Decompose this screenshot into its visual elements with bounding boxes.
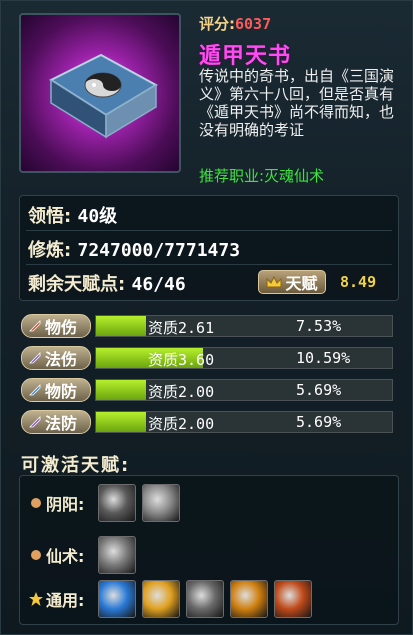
star-icon xyxy=(29,592,43,606)
shield-icon xyxy=(29,384,41,396)
divider xyxy=(26,230,392,231)
talent-skill-icon[interactable] xyxy=(142,484,180,522)
attribute-percent: 7.53% xyxy=(296,317,342,335)
attribute-percent: 5.69% xyxy=(296,381,342,399)
comprehension-row: 领悟: 40级 xyxy=(28,206,118,227)
attribute-tag[interactable]: 法防 xyxy=(21,410,91,434)
attribute-bar: 资质2.61 7.53% xyxy=(95,315,393,337)
attribute-percent: 5.69% xyxy=(296,413,342,431)
attribute-tag[interactable]: 法伤 xyxy=(21,346,91,370)
stats-box: 领悟: 40级 修炼: 7247000/7771473 剩余天赋点: 46/46… xyxy=(19,195,399,301)
score-value: 6037 xyxy=(235,15,272,33)
staff-icon xyxy=(31,498,41,508)
talent-row: 仙术: xyxy=(28,536,142,574)
talent-skill-icon[interactable] xyxy=(274,580,312,618)
talent-row-label: 阴阳: xyxy=(28,491,98,515)
crown-icon xyxy=(266,276,282,288)
attribute-row: 物防 资质2.00 5.69% xyxy=(19,377,399,403)
divider xyxy=(26,264,392,265)
talent-row: 通用: xyxy=(28,580,318,618)
attribute-quality: 资质2.00 xyxy=(148,415,215,433)
attribute-bar-fill xyxy=(96,412,147,432)
talent-skill-icon[interactable] xyxy=(186,580,224,618)
talent-points-row: 剩余天赋点: 46/46 xyxy=(28,274,186,295)
item-score: 评分:6037 xyxy=(199,15,272,33)
talent-skill-icon[interactable] xyxy=(98,580,136,618)
attribute-bar-fill xyxy=(96,316,147,336)
item-portrait xyxy=(19,13,181,173)
lightning-icon xyxy=(29,352,41,364)
attribute-quality: 资质2.61 xyxy=(148,319,215,337)
attribute-row: 物伤 资质2.61 7.53% xyxy=(19,313,399,339)
attribute-quality: 资质3.60 xyxy=(148,351,215,369)
talent-skill-icon[interactable] xyxy=(230,580,268,618)
item-tooltip-panel: 评分:6037 遁甲天书 传说中的奇书，出自《三国演义》第六十八回，但是否真有《… xyxy=(0,0,413,635)
sword-icon xyxy=(29,320,41,332)
talent-points-value: 46/46 xyxy=(131,274,186,295)
talent-skill-icon[interactable] xyxy=(98,536,136,574)
talent-button[interactable]: 天赋 xyxy=(258,270,326,294)
activatable-title: 可激活天赋: xyxy=(21,455,131,476)
attribute-bar: 资质3.60 10.59% xyxy=(95,347,393,369)
talent-value: 8.49 xyxy=(340,273,377,291)
cultivation-value: 7247000/7771473 xyxy=(77,240,241,261)
attribute-bar-fill xyxy=(96,380,147,400)
item-name: 遁甲天书 xyxy=(199,44,292,69)
activatable-talents-box: 阴阳: 仙术: 通用: xyxy=(19,475,399,625)
talent-row-label: 仙术: xyxy=(28,543,98,567)
recommended-class: 推荐职业:灭魂仙术 xyxy=(199,167,325,185)
comprehension-value: 40级 xyxy=(77,206,118,227)
attribute-bar: 资质2.00 5.69% xyxy=(95,411,393,433)
talent-skill-icon[interactable] xyxy=(142,580,180,618)
attribute-tag[interactable]: 物伤 xyxy=(21,314,91,338)
attribute-bar: 资质2.00 5.69% xyxy=(95,379,393,401)
cultivation-row: 修炼: 7247000/7771473 xyxy=(28,240,241,261)
attribute-tag[interactable]: 物防 xyxy=(21,378,91,402)
attribute-row: 法伤 资质3.60 10.59% xyxy=(19,345,399,371)
item-description: 传说中的奇书，出自《三国演义》第六十八回，但是否真有《遁甲天书》尚不得而知，也没… xyxy=(199,67,395,139)
attribute-percent: 10.59% xyxy=(296,349,351,367)
talent-row: 阴阳: xyxy=(28,484,186,522)
talent-skill-icon[interactable] xyxy=(98,484,136,522)
attribute-row: 法防 资质2.00 5.69% xyxy=(19,409,399,435)
scroll-icon xyxy=(31,550,41,560)
magic-shield-icon xyxy=(29,416,41,428)
attribute-list: 物伤 资质2.61 7.53% 法伤 资质3.60 10.59% 物防 资质2.00 5.69%… xyxy=(19,313,399,441)
book-icon xyxy=(48,53,159,139)
attribute-quality: 资质2.00 xyxy=(148,383,215,401)
talent-row-label: 通用: xyxy=(28,587,98,611)
